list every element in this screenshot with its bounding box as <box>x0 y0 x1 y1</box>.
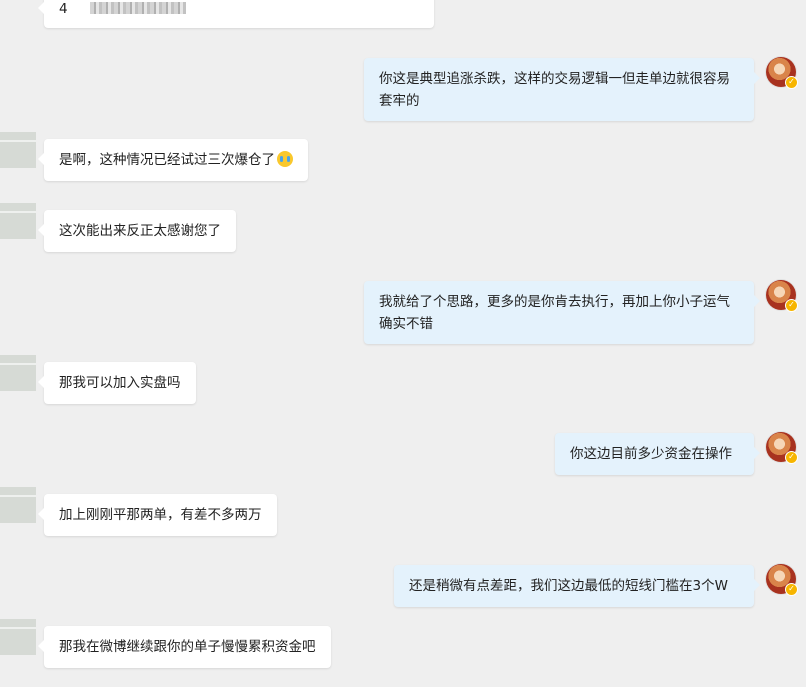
message-bubble-incoming: 这次能出来反正太感谢您了 <box>38 210 236 252</box>
avatar-contact[interactable] <box>0 355 36 391</box>
message-text: 4 <box>59 1 68 17</box>
message-text: 你这边目前多少资金在操作 <box>570 446 732 462</box>
avatar-contact[interactable] <box>0 203 36 239</box>
avatar-contact[interactable] <box>0 132 36 168</box>
message-text: 是啊，这种情况已经试过三次爆仓了 <box>59 152 275 168</box>
avatar-self[interactable]: ✓ <box>766 564 798 596</box>
message-bubble-outgoing: 我就给了个思路，更多的是你肯去执行，再加上你小子运气确实不错 <box>364 281 760 344</box>
message-text: 这次能出来反正太感谢您了 <box>59 223 221 239</box>
message-text: 加上刚刚平那两单，有差不多两万 <box>59 507 262 523</box>
avatar-self[interactable]: ✓ <box>766 432 798 464</box>
message-bubble-incoming: 那我可以加入实盘吗 <box>38 362 196 404</box>
message-text: 我就给了个思路，更多的是你肯去执行，再加上你小子运气确实不错 <box>379 294 730 332</box>
avatar-self[interactable]: ✓ <box>766 57 798 89</box>
message-text: 那我在微博继续跟你的单子慢慢累积资金吧 <box>59 639 316 655</box>
verified-badge-icon: ✓ <box>785 583 798 596</box>
message-bubble-outgoing: 你这是典型追涨杀跌，这样的交易逻辑一但走单边就很容易套牢的 <box>364 58 760 121</box>
message-bubble-outgoing: 还是稍微有点差距，我们这边最低的短线门槛在3个W <box>394 565 760 607</box>
message-text: 还是稍微有点差距，我们这边最低的短线门槛在3个W <box>409 578 728 594</box>
avatar-contact[interactable] <box>0 487 36 523</box>
verified-badge-icon: ✓ <box>785 76 798 89</box>
message-bubble-incoming: 加上刚刚平那两单，有差不多两万 <box>38 494 277 536</box>
message-text: 你这是典型追涨杀跌，这样的交易逻辑一但走单边就很容易套牢的 <box>379 71 730 109</box>
verified-badge-icon: ✓ <box>785 299 798 312</box>
verified-badge-icon: ✓ <box>785 451 798 464</box>
avatar-contact[interactable] <box>0 619 36 655</box>
message-bubble-outgoing: 你这边目前多少资金在操作 <box>555 433 760 475</box>
message-bubble-incoming: 那我在微博继续跟你的单子慢慢累积资金吧 <box>38 626 331 668</box>
message-bubble-incoming: 4 <box>38 0 434 28</box>
message-text: 那我可以加入实盘吗 <box>59 375 181 391</box>
crying-face-emoji <box>277 151 293 167</box>
redacted-text <box>89 2 186 14</box>
avatar-self[interactable]: ✓ <box>766 280 798 312</box>
message-bubble-incoming: 是啊，这种情况已经试过三次爆仓了 <box>38 139 308 181</box>
